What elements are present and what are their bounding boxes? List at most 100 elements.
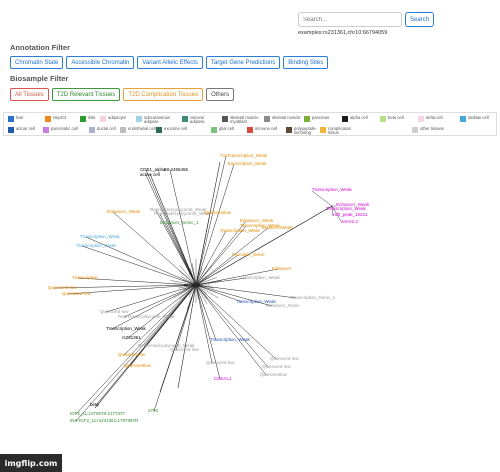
legend-item: stellate cell bbox=[460, 115, 489, 122]
graph-edge bbox=[149, 173, 197, 286]
legend-swatch bbox=[156, 127, 162, 133]
graph-node-label[interactable]: TxpTranscription_Weak bbox=[220, 153, 268, 158]
legend-label: skeletal muscle bbox=[272, 115, 301, 120]
legend-item: acinar cell bbox=[8, 126, 35, 133]
graph-node-label[interactable]: Transcription bbox=[72, 275, 98, 280]
graph-edge bbox=[195, 254, 239, 286]
graph-node-label[interactable]: 2750 bbox=[148, 408, 159, 413]
graph-edge bbox=[195, 284, 269, 368]
legend-label: visceral adipose bbox=[190, 115, 205, 125]
legend-swatch bbox=[412, 127, 418, 133]
graph-center-label: rs231361 bbox=[184, 283, 203, 288]
graph-node-label[interactable]: Enhancer_Genic bbox=[266, 303, 300, 308]
legend-label: complication tissue bbox=[328, 126, 352, 136]
legend-swatch bbox=[182, 116, 188, 122]
legend-label: HepG2 bbox=[53, 115, 67, 120]
graph-node-label[interactable]: IGF2_11:2170878-2177377 bbox=[70, 411, 125, 416]
annotation-filter-label: Annotation Filter bbox=[10, 43, 70, 52]
legend-swatch bbox=[8, 116, 14, 122]
filter-accessible-chromatin-button[interactable]: Accessible Chromatin bbox=[66, 56, 135, 69]
graph-node-label[interactable]: MAX2.2 bbox=[342, 219, 359, 224]
legend-item: subcutaneous adipose bbox=[136, 115, 174, 125]
graph-node-label[interactable]: Transcription_Weak bbox=[240, 223, 281, 228]
graph-node-label[interactable]: Enhancer_Weak bbox=[107, 209, 141, 214]
legend-item: skeletal muscle myoblast bbox=[222, 115, 260, 125]
graph-edge bbox=[169, 169, 197, 286]
tissue-legend: liver HepG2 islet adipocyte subcutaneous adi… bbox=[3, 112, 497, 136]
graph-node-label[interactable]: Quiescent-low bbox=[48, 285, 77, 290]
graph-node-label[interactable]: Transcription_Weak bbox=[326, 206, 367, 211]
graph-node-label[interactable]: Quiescent-low bbox=[170, 347, 199, 352]
legend-swatch bbox=[211, 127, 217, 133]
graph-edge bbox=[145, 174, 197, 286]
legend-swatch bbox=[304, 116, 310, 122]
legend-item: immune cell bbox=[247, 126, 277, 133]
legend-item: pancreas bbox=[304, 115, 330, 122]
graph-node-label[interactable]: Repressed-polycomb_Weak bbox=[154, 211, 211, 216]
filter-others-button[interactable]: Others bbox=[206, 88, 235, 101]
filter-all-tissues-button[interactable]: All Tissues bbox=[10, 88, 49, 101]
graph-node-label[interactable]: Quiescentlow bbox=[260, 372, 288, 377]
legend-item: other tissues bbox=[412, 126, 444, 133]
graph-node-label[interactable]: Transcription_Weak bbox=[220, 228, 261, 233]
legend-label: subcutaneous adipose bbox=[144, 115, 171, 125]
legend-swatch bbox=[89, 127, 95, 133]
annotation-filter-buttons: Chromatin State Accessible Chromatin Var… bbox=[10, 56, 329, 69]
legend-label: pancreas bbox=[312, 115, 330, 120]
graph-node-label[interactable]: Quiescent-low bbox=[206, 360, 235, 365]
legend-item: skeletal muscle bbox=[264, 115, 301, 122]
filter-chromatin-state-button[interactable]: Chromatin State bbox=[10, 56, 64, 69]
filter-binding-sites-button[interactable]: Binding Sites bbox=[283, 56, 329, 69]
graph-node-label[interactable]: Transcription_Weak bbox=[210, 337, 251, 342]
graph-node-label[interactable]: Transcription_Weak bbox=[76, 243, 117, 248]
graph-node-label[interactable]: 68-2455455 bbox=[164, 167, 189, 172]
graph-node-label[interactable]: Quiescent-low bbox=[270, 356, 299, 361]
filter-target-gene-predictions-button[interactable]: Target Gene Predictions bbox=[205, 56, 281, 69]
graph-node-label[interactable]: Transcription_Weak bbox=[240, 275, 281, 280]
legend-swatch bbox=[100, 116, 106, 122]
graph-node-label[interactable]: Transcription_Weak bbox=[80, 234, 121, 239]
graph-node-label[interactable]: transcription_Weak bbox=[228, 161, 267, 166]
legend-swatch bbox=[320, 127, 326, 133]
legend-swatch bbox=[418, 116, 424, 122]
graph-node-label[interactable]: rs231361 bbox=[122, 335, 141, 340]
graph-node-label[interactable]: Quiescentlow bbox=[204, 210, 232, 215]
graph-edge bbox=[123, 284, 197, 318]
graph-node-label[interactable]: Transcription_Weak bbox=[106, 326, 147, 331]
legend-item: islet bbox=[80, 115, 95, 122]
legend-label: liver bbox=[16, 115, 24, 120]
biosample-filter-label: Biosample Filter bbox=[10, 74, 69, 83]
legend-label: acinar cell bbox=[16, 126, 35, 131]
graph-node-label[interactable]: Enhancer_Genic_1 bbox=[160, 220, 199, 225]
graph-node-label[interactable]: Promoter_Genic bbox=[232, 252, 266, 257]
legend-item: complication tissue bbox=[320, 126, 358, 136]
annotation-network-graph[interactable]: rs231361 TxpTranscription_Weak transcripti… bbox=[0, 140, 500, 450]
graph-node-label[interactable]: rsbl_peak_15231 bbox=[333, 212, 368, 217]
legend-item: alpha cell bbox=[342, 115, 368, 122]
graph-node-label[interactable]: beta bbox=[90, 402, 99, 407]
graph-node-label[interactable]: active cell bbox=[140, 172, 160, 177]
graph-node-label[interactable]: Transcription_Weak bbox=[312, 187, 353, 192]
filter-t2d-relevant-tissues-button[interactable]: T2D Relevant Tissues bbox=[51, 88, 121, 101]
search-button[interactable]: Search bbox=[405, 12, 434, 27]
legend-label: skeletal muscle myoblast bbox=[230, 115, 259, 125]
graph-node-label[interactable]: Quiescentlow bbox=[124, 363, 152, 368]
graph-node-label[interactable]: Quiescentlow bbox=[118, 352, 146, 357]
graph-node-label[interactable]: CDKAL1 bbox=[214, 376, 232, 381]
graph-node-label[interactable]: Repressed-polycomb_Weak bbox=[118, 314, 175, 319]
search-input[interactable] bbox=[298, 12, 402, 27]
graph-node-label[interactable]: Quiescent-low bbox=[62, 291, 91, 296]
biosample-filter-buttons: All Tissues T2D Relevant Tissues T2D Com… bbox=[10, 88, 235, 101]
legend-label: adipocyte bbox=[108, 115, 126, 120]
filter-variant-allelic-effects-button[interactable]: Variant Allelic Effects bbox=[137, 56, 203, 69]
legend-label: ductal cell bbox=[97, 126, 116, 131]
graph-node-label[interactable]: Enhancer bbox=[272, 266, 292, 271]
legend-item: beta cell bbox=[380, 115, 404, 122]
graph-node-label[interactable]: INS-IGF2_11:rs231361:1797897R bbox=[70, 418, 139, 423]
graph-edge bbox=[145, 169, 197, 286]
legend-label: beta cell bbox=[388, 115, 404, 120]
graph-node-label[interactable]: Quiescent-low bbox=[262, 364, 291, 369]
filter-t2d-complication-tissues-button[interactable]: T2D Complication Tissues bbox=[123, 88, 204, 101]
graph-edge bbox=[195, 284, 297, 299]
graph-node-label[interactable]: Transcription_Genic_1 bbox=[290, 295, 336, 300]
